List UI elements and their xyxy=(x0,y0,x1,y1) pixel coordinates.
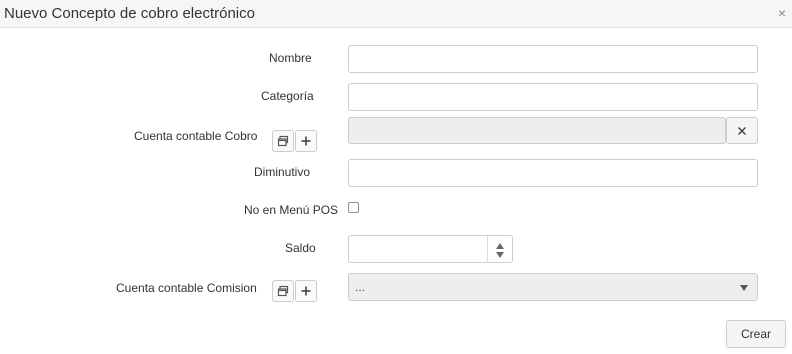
plus-icon xyxy=(301,286,311,296)
create-button[interactable]: Crear xyxy=(726,320,786,348)
categoria-input[interactable] xyxy=(348,83,758,111)
diminutivo-input[interactable] xyxy=(348,159,758,187)
plus-icon xyxy=(301,136,311,146)
caret-up-icon[interactable] xyxy=(496,243,504,249)
dialog-titlebar: Nuevo Concepto de cobro electrónico × xyxy=(0,0,792,28)
window-restore-icon xyxy=(277,135,289,147)
window-restore-icon xyxy=(277,285,289,297)
dialog-title: Nuevo Concepto de cobro electrónico xyxy=(4,5,255,22)
nombre-input[interactable] xyxy=(348,45,758,73)
cuenta-comision-select[interactable]: ... xyxy=(348,273,758,301)
no-en-menu-pos-checkbox[interactable] xyxy=(348,202,359,213)
cuenta-cobro-add-button[interactable] xyxy=(295,130,317,152)
cuenta-comision-add-button[interactable] xyxy=(295,280,317,302)
saldo-spinner xyxy=(487,236,512,263)
times-icon xyxy=(738,126,746,135)
cuenta-comision-selected-value: ... xyxy=(355,280,366,294)
diminutivo-label: Diminutivo xyxy=(254,165,311,179)
close-icon[interactable]: × xyxy=(778,6,786,20)
caret-down-icon xyxy=(740,285,748,291)
caret-down-icon[interactable] xyxy=(496,252,504,258)
nombre-label: Nombre xyxy=(269,51,312,65)
saldo-label: Saldo xyxy=(285,241,316,255)
cuenta-cobro-label: Cuenta contable Cobro xyxy=(134,129,258,143)
cuenta-cobro-input[interactable] xyxy=(348,117,726,144)
cuenta-comision-label: Cuenta contable Comision xyxy=(116,281,257,295)
categoria-label: Categoría xyxy=(261,89,314,103)
cuenta-cobro-clear-button[interactable] xyxy=(726,117,758,144)
cuenta-comision-browse-button[interactable] xyxy=(272,280,294,302)
no-en-menu-pos-label: No en Menú POS xyxy=(244,203,339,217)
cuenta-cobro-browse-button[interactable] xyxy=(272,130,294,152)
